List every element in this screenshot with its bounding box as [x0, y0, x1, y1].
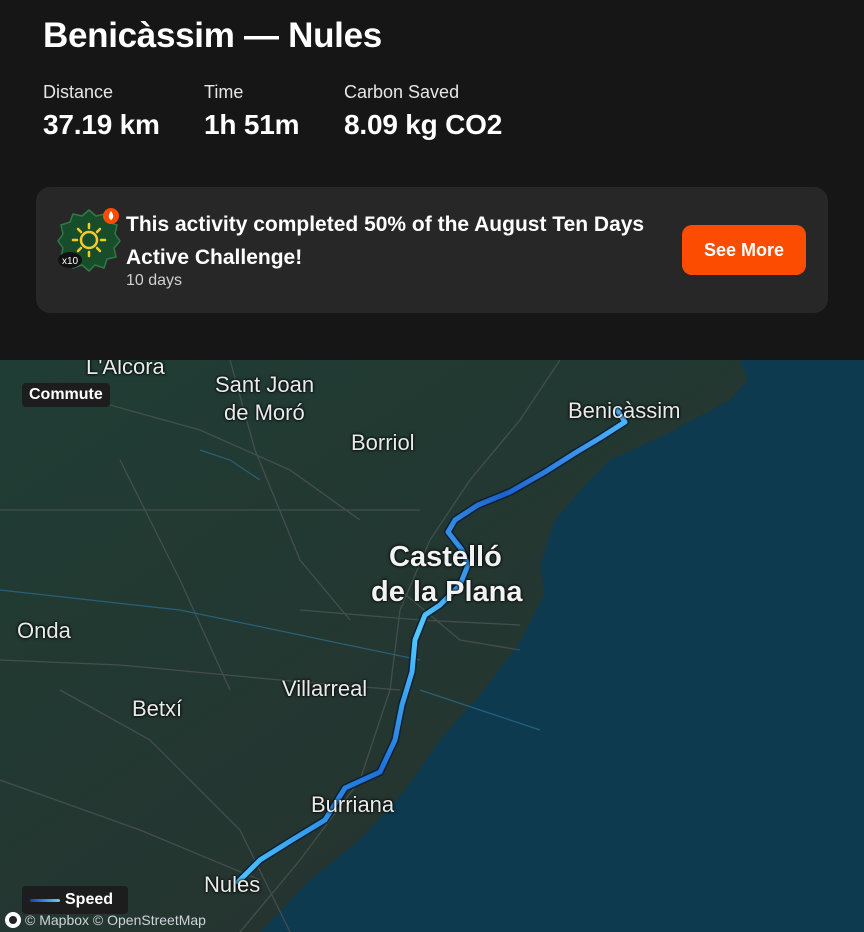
- place-alcora: L'Alcora: [86, 360, 165, 379]
- place-castello: Castelló: [389, 541, 502, 573]
- route-map[interactable]: L'Alcora Sant Joan de Moró Borriol Benic…: [0, 360, 864, 932]
- place-burriana: Burriana: [311, 792, 395, 817]
- map-attribution[interactable]: © Mapbox © OpenStreetMap: [5, 912, 206, 928]
- stat-label: Distance: [43, 82, 114, 102]
- place-betxi: Betxí: [132, 696, 183, 721]
- stat-carbon: Carbon Saved 8.09 kg CO2: [344, 82, 502, 141]
- mapbox-logo-icon[interactable]: [5, 912, 21, 928]
- challenge-badge-icon: x10: [56, 207, 122, 273]
- stat-label: Carbon Saved: [344, 82, 460, 102]
- attribution-text[interactable]: © Mapbox © OpenStreetMap: [25, 912, 206, 928]
- place-borriol: Borriol: [351, 430, 415, 455]
- place-sant-joan: Sant Joan: [215, 372, 315, 397]
- challenge-card[interactable]: x10 This activity completed 50% of the A…: [36, 187, 828, 313]
- speed-legend-label: Speed: [65, 891, 114, 908]
- stat-time: Time 1h 51m: [204, 82, 299, 141]
- place-castello-2: de la Plana: [371, 576, 523, 608]
- stat-value: 37.19 km: [43, 109, 160, 140]
- stat-distance: Distance 37.19 km: [43, 82, 160, 141]
- challenge-text: This activity completed 50% of the Augus…: [126, 213, 645, 269]
- badge-label: x10: [62, 256, 79, 267]
- place-benicassim: Benicàssim: [568, 398, 681, 423]
- stat-value: 1h 51m: [204, 109, 300, 140]
- stat-label: Time: [204, 82, 244, 102]
- stat-value: 8.09 kg CO2: [344, 109, 503, 140]
- place-sant-joan-2: de Moró: [224, 400, 305, 425]
- activity-type-badge: Commute: [22, 383, 110, 407]
- place-onda: Onda: [17, 618, 71, 643]
- see-more-button[interactable]: See More: [682, 225, 806, 275]
- map-canvas: [0, 360, 864, 932]
- place-nules: Nules: [204, 872, 261, 897]
- activity-title: Benicàssim — Nules: [43, 16, 382, 55]
- speed-legend[interactable]: Speed: [22, 886, 128, 914]
- place-villarreal: Villarreal: [282, 676, 368, 701]
- challenge-subtext: 10 days: [126, 272, 183, 289]
- speed-gradient-icon: [30, 899, 60, 902]
- activity-header: Benicàssim — Nules Distance 37.19 km Tim…: [0, 0, 864, 360]
